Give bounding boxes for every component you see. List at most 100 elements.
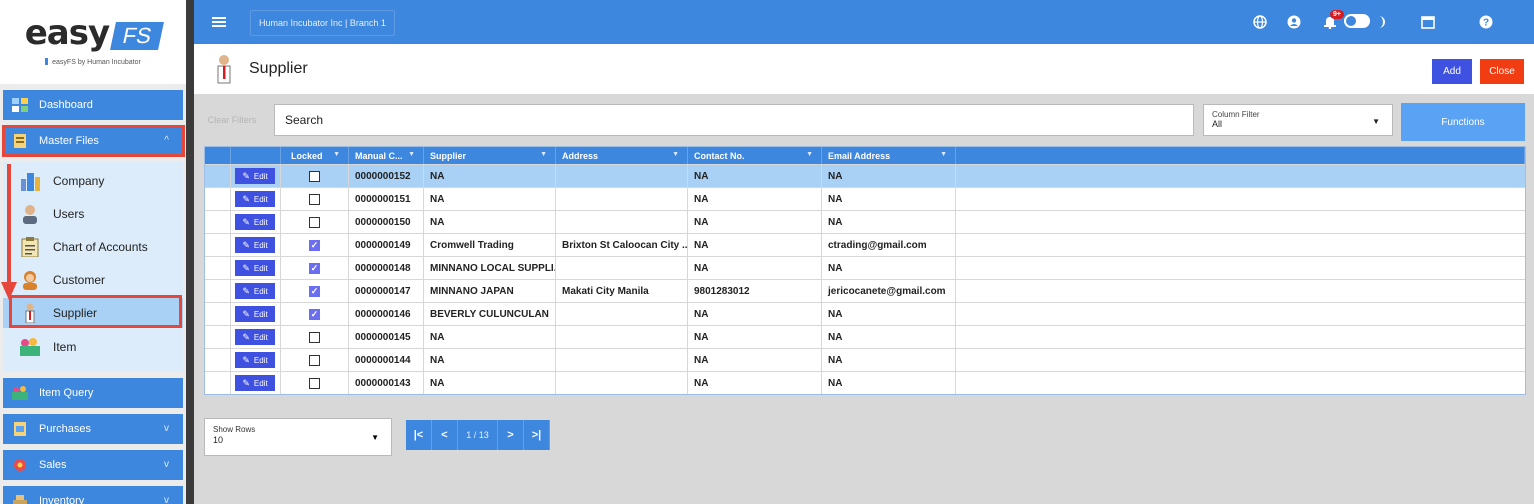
row-selector[interactable] [205,188,231,210]
filter-icon[interactable]: ▼ [408,151,415,158]
edit-button[interactable]: ✎ Edit [235,352,275,368]
add-button[interactable]: Add [1432,59,1472,84]
first-page-button[interactable]: |< [406,420,432,450]
globe-icon[interactable] [1250,12,1270,32]
table-row[interactable]: ✎ Edit 0000000145 NA NA NA [205,325,1525,348]
row-selector[interactable] [205,349,231,371]
row-selector[interactable] [205,165,231,187]
row-selector[interactable] [205,211,231,233]
sidebar-item-purchases[interactable]: Purchases v [3,414,183,444]
filter-icon[interactable]: ▼ [333,151,340,158]
show-rows-label: Show Rows [213,425,256,434]
edit-button[interactable]: ✎ Edit [235,375,275,391]
sidebar-item-users[interactable]: Users [3,199,183,229]
row-selector[interactable] [205,234,231,256]
row-selector[interactable] [205,326,231,348]
last-page-button[interactable]: >| [524,420,550,450]
table-row[interactable]: ✎ Edit ✓ 0000000149 Cromwell Trading Brixton … [205,233,1525,256]
next-page-button[interactable]: > [498,420,524,450]
column-filter-select[interactable]: Column Filter All ▼ [1203,104,1393,136]
table-row[interactable]: ✎ Edit ✓ 0000000148 MINNANO LOCAL SUPPLI... N… [205,256,1525,279]
table-row[interactable]: ✎ Edit 0000000151 NA NA NA [205,187,1525,210]
address-cell [556,257,688,279]
row-selector[interactable] [205,303,231,325]
column-header-contact[interactable]: Contact No. ▼ [688,147,822,164]
locked-checkbox[interactable] [309,331,320,343]
sidebar-item-item[interactable]: Item [3,332,183,362]
contact-cell: NA [688,372,822,394]
locked-checkbox[interactable] [309,193,320,205]
sidebar: easy FS easyFS by Human Incubator Dashbo… [0,0,190,504]
locked-checkbox[interactable]: ✓ [309,239,320,251]
edit-button[interactable]: ✎ Edit [235,191,275,207]
address-cell [556,188,688,210]
close-button[interactable]: Close [1480,59,1524,84]
functions-button[interactable]: Functions [1401,103,1525,141]
sidebar-item-inventory[interactable]: Inventory v [3,486,183,504]
locked-cell [281,326,349,348]
locked-checkbox[interactable] [309,216,320,228]
address-cell [556,211,688,233]
table-header: Locked ▼ Manual C... ▼ Supplier ▼ Address ▼ … [205,147,1525,164]
locked-cell [281,211,349,233]
row-selector[interactable] [205,372,231,394]
theme-toggle[interactable] [1344,14,1370,28]
filter-icon[interactable]: ▼ [940,151,947,158]
row-selector[interactable] [205,257,231,279]
calendar-icon[interactable] [1418,12,1438,32]
table-row[interactable]: ✎ Edit 0000000150 NA NA NA [205,210,1525,233]
filter-icon[interactable]: ▼ [672,151,679,158]
pencil-icon: ✎ [242,239,250,250]
table-row[interactable]: ✎ Edit 0000000144 NA NA NA [205,348,1525,371]
locked-checkbox[interactable]: ✓ [309,262,320,274]
supplier-cell: NA [424,349,556,371]
filter-icon[interactable]: ▼ [540,151,547,158]
hamburger-menu-icon[interactable] [208,11,230,33]
table-row[interactable]: ✎ Edit 0000000152 NA NA NA [205,164,1525,187]
locked-cell [281,165,349,187]
column-header-email[interactable]: Email Address ▼ [822,147,956,164]
sidebar-item-item-query[interactable]: Item Query [3,378,183,408]
column-header-manual-code[interactable]: Manual C... ▼ [349,147,424,164]
table-row[interactable]: ✎ Edit ✓ 0000000146 BEVERLY CULUNCULAN NA NA [205,302,1525,325]
locked-checkbox[interactable] [309,170,320,182]
edit-button[interactable]: ✎ Edit [235,329,275,345]
locked-checkbox[interactable]: ✓ [309,308,320,320]
sidebar-item-sales[interactable]: Sales v [3,450,183,480]
locked-checkbox[interactable] [309,354,320,366]
search-input[interactable]: Search [274,104,1194,136]
edit-button[interactable]: ✎ Edit [235,260,275,276]
help-icon[interactable]: ? [1476,12,1496,32]
prev-page-button[interactable]: < [432,420,458,450]
sidebar-item-dashboard[interactable]: Dashboard [3,90,183,120]
locked-checkbox[interactable] [309,377,320,389]
show-rows-select[interactable]: Show Rows 10 ▼ [204,418,392,456]
table-row[interactable]: ✎ Edit ✓ 0000000147 MINNANO JAPAN Makati City… [205,279,1525,302]
edit-button[interactable]: ✎ Edit [235,168,275,184]
table-row[interactable]: ✎ Edit 0000000143 NA NA NA [205,371,1525,394]
customer-icon [19,269,41,291]
main-content: Clear Filters Search Column Filter All ▼… [194,94,1534,504]
sidebar-item-company[interactable]: Company [3,166,183,196]
header-select [205,147,231,164]
sidebar-item-customer[interactable]: Customer [3,265,183,295]
locked-checkbox[interactable]: ✓ [309,285,320,297]
clear-filters-button[interactable]: Clear Filters [202,104,262,136]
filter-icon[interactable]: ▼ [806,151,813,158]
edit-button[interactable]: ✎ Edit [235,283,275,299]
edit-button[interactable]: ✎ Edit [235,214,275,230]
table-body: ✎ Edit 0000000152 NA NA NA ✎ Edit 0000000151 NA NA… [205,164,1525,394]
row-selector[interactable] [205,280,231,302]
contact-cell: NA [688,349,822,371]
moon-icon[interactable] [1372,12,1392,32]
column-header-address[interactable]: Address ▼ [556,147,688,164]
sidebar-item-chart-of-accounts[interactable]: Chart of Accounts [3,232,183,262]
edit-button[interactable]: ✎ Edit [235,237,275,253]
branch-selector[interactable]: Human Incubator Inc | Branch 1 [250,10,395,36]
column-header-supplier[interactable]: Supplier ▼ [424,147,556,164]
edit-cell: ✎ Edit [231,280,281,302]
row-filler [956,188,1525,210]
column-header-locked[interactable]: Locked ▼ [281,147,349,164]
edit-button[interactable]: ✎ Edit [235,306,275,322]
account-icon[interactable] [1284,12,1304,32]
